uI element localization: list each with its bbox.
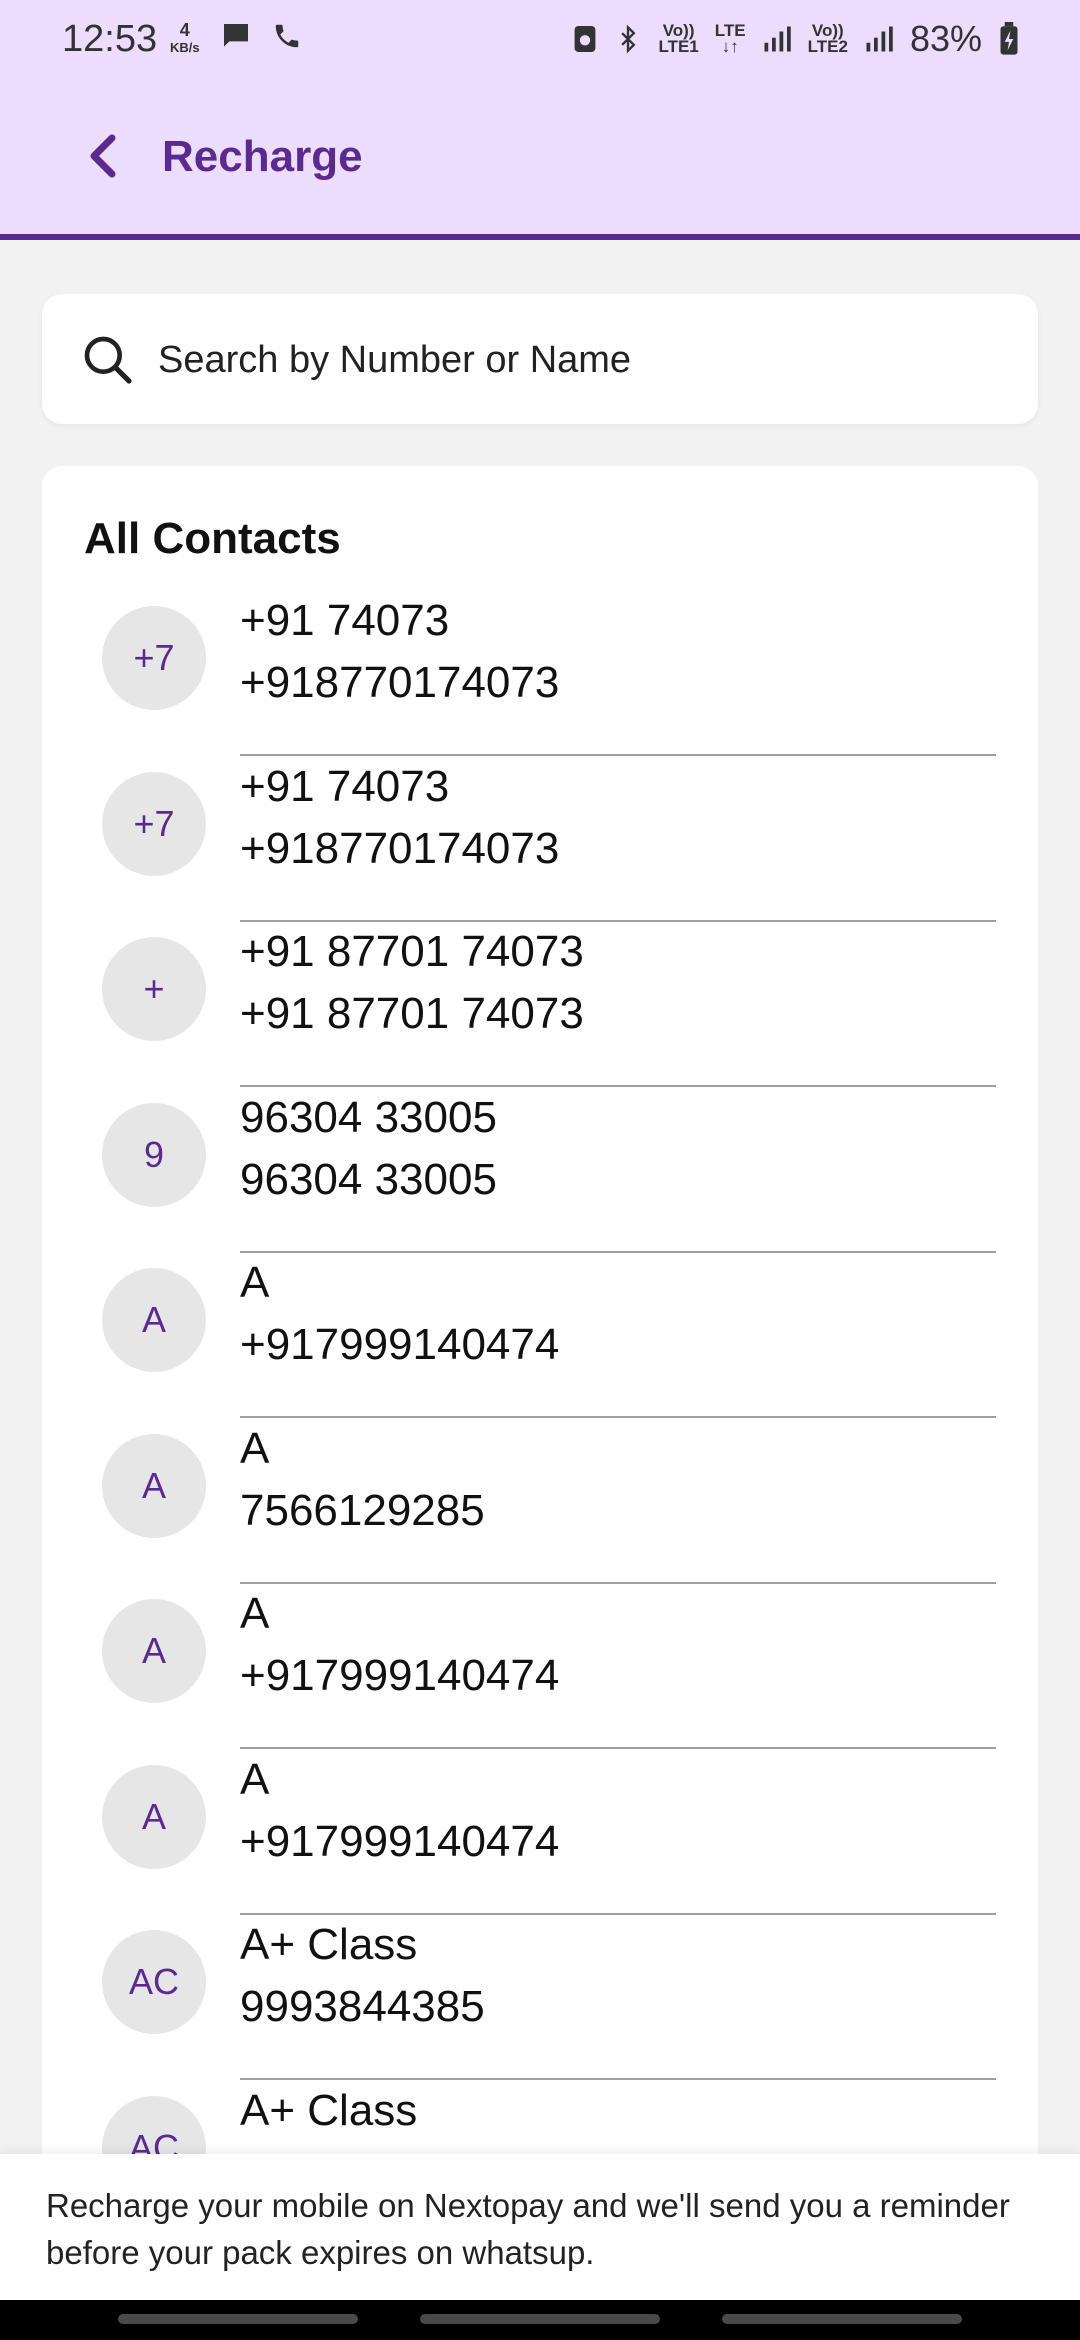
contact-row[interactable]: 9 96304 33005 96304 33005	[42, 1087, 1038, 1253]
status-time: 12:53	[62, 18, 158, 60]
contact-info: A 7566129285	[240, 1418, 996, 1584]
phone-icon	[275, 24, 299, 48]
contacts-heading: All Contacts	[84, 514, 341, 563]
contact-row[interactable]: +7 +91 74073 +918770174073	[42, 590, 1038, 756]
nav-recents-button[interactable]	[118, 2314, 358, 2324]
navigation-bar	[0, 2300, 1080, 2340]
chevron-left-icon	[90, 134, 116, 178]
network-speed: 4 KB/s	[170, 20, 200, 56]
contact-row[interactable]: A A 7566129285	[42, 1418, 1038, 1584]
contact-phone: 9993844385	[240, 1982, 485, 2031]
notification-icons	[220, 20, 302, 52]
contact-row[interactable]: +7 +91 74073 +918770174073	[42, 756, 1038, 922]
signal-strength-icon	[866, 26, 893, 52]
contact-phone: +917999140474	[240, 1651, 560, 1700]
search-input[interactable]	[156, 324, 1000, 396]
contact-phone: +917999140474	[240, 1816, 560, 1866]
contact-row[interactable]: + +91 87701 74073 +91 87701 74073	[42, 921, 1038, 1087]
contact-row[interactable]: AC A+ Class 9993844385	[42, 1914, 1038, 2080]
battery-charging-icon	[1000, 22, 1018, 55]
contact-name: +91 74073	[240, 596, 450, 645]
bluetooth-icon	[621, 24, 636, 54]
sim2-volte-indicator: Vo)) LTE2	[807, 21, 848, 56]
contact-name: 96304 33005	[240, 1092, 497, 1142]
header-divider	[0, 234, 1080, 240]
signal-strength-icon	[764, 26, 791, 52]
contact-info: A +917999140474	[240, 1583, 996, 1749]
contact-avatar: +7	[102, 606, 206, 710]
contact-info: 96304 33005 96304 33005	[240, 1087, 996, 1253]
contact-name: +91 74073	[240, 761, 450, 811]
contact-info: A +917999140474	[240, 1252, 996, 1418]
reminder-banner: Recharge your mobile on Nextopay and we'…	[0, 2154, 1080, 2300]
contact-phone: +918770174073	[240, 658, 560, 707]
battery-percentage: 83%	[909, 18, 982, 59]
contact-name: +91 87701 74073	[240, 927, 584, 976]
message-icon	[224, 24, 248, 47]
back-button[interactable]	[76, 128, 132, 184]
network-speed-value: 4	[179, 20, 190, 40]
search-icon	[84, 336, 132, 384]
contact-row[interactable]: A A +917999140474	[42, 1583, 1038, 1749]
contact-avatar: A	[102, 1599, 206, 1703]
contact-phone: +917999140474	[240, 1320, 560, 1369]
system-icons: Vo)) LTE1 LTE ↓↑ Vo)) LTE2 83%	[572, 18, 1020, 60]
contact-name: A+ Class	[240, 1920, 418, 1969]
sim1-volte-indicator: Vo)) LTE1	[658, 21, 699, 56]
page-title: Recharge	[162, 132, 363, 181]
contact-info: A+ Class 9993844385	[240, 1914, 996, 2080]
nfc-lock-icon	[575, 26, 596, 52]
nav-back-button[interactable]	[722, 2314, 962, 2324]
search-box[interactable]	[42, 294, 1038, 424]
contact-phone: +91 87701 74073	[240, 989, 584, 1038]
contact-info: A +917999140474	[240, 1749, 996, 1915]
contact-name: A	[240, 1589, 270, 1638]
contact-avatar: +7	[102, 771, 206, 876]
contact-name: A	[240, 1258, 270, 1307]
network-speed-unit: KB/s	[170, 40, 200, 55]
reminder-text: Recharge your mobile on Nextopay and we'…	[46, 2187, 1010, 2271]
contact-phone: 7566129285	[240, 1485, 485, 1535]
contacts-list: +7 +91 74073 +918770174073 +7 +91 74073 …	[42, 590, 1038, 2246]
contacts-card: All Contacts +7 +91 74073 +918770174073 …	[42, 466, 1038, 2340]
contact-phone: +918770174073	[240, 823, 560, 873]
contact-info: +91 87701 74073 +91 87701 74073	[240, 921, 996, 1087]
contact-info: +91 74073 +918770174073	[240, 590, 996, 756]
nav-home-button[interactable]	[420, 2314, 660, 2324]
contact-avatar: A	[102, 1764, 206, 1869]
contact-name: A	[240, 1754, 270, 1804]
contact-row[interactable]: A A +917999140474	[42, 1252, 1038, 1418]
contact-row[interactable]: A A +917999140474	[42, 1749, 1038, 1915]
contact-name: A	[240, 1423, 270, 1473]
contact-avatar: A	[102, 1268, 206, 1372]
lte-indicator: LTE ↓↑	[714, 21, 746, 56]
app-bar: Recharge	[0, 110, 1080, 210]
contact-avatar: +	[102, 937, 206, 1041]
contact-phone: 96304 33005	[240, 1154, 497, 1204]
contact-avatar: A	[102, 1433, 206, 1538]
contact-avatar: 9	[102, 1102, 206, 1207]
contact-name: A+ Class	[240, 2085, 418, 2135]
status-bar: 12:53 4 KB/s Vo)) LTE1 LTE ↓↑ Vo)) LTE2 …	[0, 0, 1080, 80]
contact-info: +91 74073 +918770174073	[240, 756, 996, 922]
contact-avatar: AC	[102, 1930, 206, 2034]
